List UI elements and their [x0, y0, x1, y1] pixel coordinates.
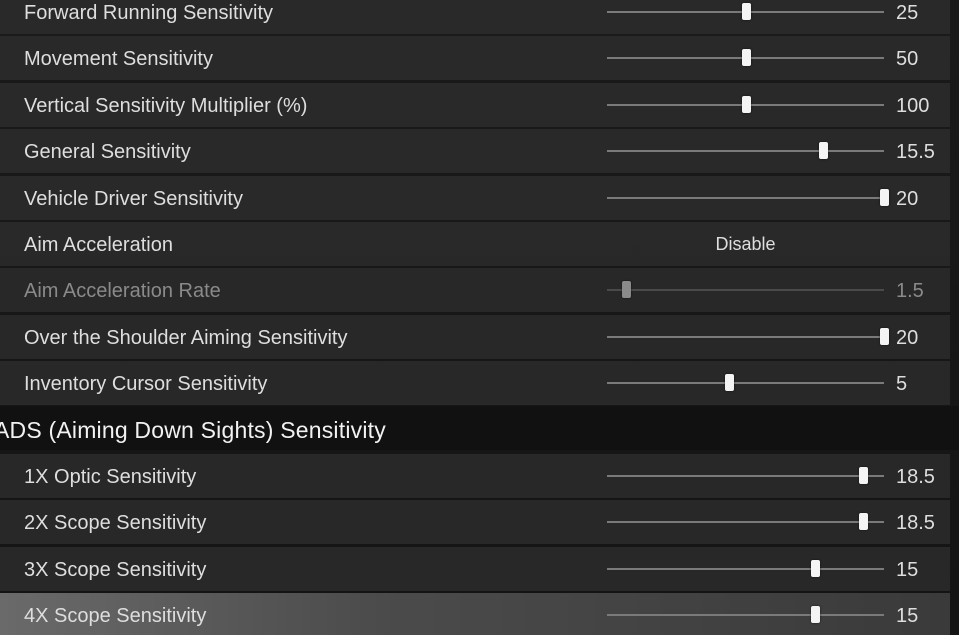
setting-label: 2X Scope Sensitivity	[24, 512, 207, 534]
slider-track[interactable]	[607, 606, 884, 623]
slider-track[interactable]	[607, 467, 884, 484]
setting-row-aim-acceleration-rate[interactable]: Aim Acceleration Rate 1.5	[0, 268, 950, 312]
slider-track[interactable]	[607, 281, 884, 298]
setting-value: 20	[896, 188, 919, 210]
setting-label: Inventory Cursor Sensitivity	[24, 373, 268, 395]
setting-row-inventory-cursor-sensitivity[interactable]: Inventory Cursor Sensitivity 5	[0, 361, 950, 405]
setting-row-3x-scope-sensitivity[interactable]: 3X Scope Sensitivity 15	[0, 547, 950, 591]
setting-label: 4X Scope Sensitivity	[24, 605, 207, 627]
setting-label: Vehicle Driver Sensitivity	[24, 188, 243, 210]
setting-value: 15	[896, 605, 919, 627]
slider-thumb[interactable]	[880, 189, 889, 206]
setting-label: Over the Shoulder Aiming Sensitivity	[24, 327, 348, 349]
slider-thumb[interactable]	[819, 142, 829, 159]
setting-label: 3X Scope Sensitivity	[24, 559, 207, 581]
slider-track[interactable]	[607, 374, 884, 391]
ads-section-title: ADS (Aiming Down Sights) Sensitivity	[0, 417, 386, 443]
slider-track[interactable]	[607, 560, 884, 577]
setting-row-forward-running-sensitivity[interactable]: Forward Running Sensitivity 25	[0, 0, 950, 34]
setting-label: Forward Running Sensitivity	[24, 2, 273, 24]
slider-track[interactable]	[607, 513, 884, 530]
slider-track[interactable]	[607, 142, 884, 159]
slider-track[interactable]	[607, 189, 889, 206]
setting-value: 18.5	[896, 466, 935, 488]
setting-row-aim-acceleration[interactable]: Aim Acceleration Disable	[0, 222, 950, 266]
slider-track[interactable]	[607, 3, 884, 20]
setting-label: Movement Sensitivity	[24, 48, 213, 70]
setting-row-1x-optic-sensitivity[interactable]: 1X Optic Sensitivity 18.5	[0, 454, 950, 498]
setting-label: General Sensitivity	[24, 141, 191, 163]
setting-value: 1.5	[896, 280, 924, 302]
slider-thumb[interactable]	[859, 513, 869, 530]
slider-track[interactable]	[607, 96, 884, 113]
setting-row-vehicle-driver-sensitivity[interactable]: Vehicle Driver Sensitivity 20	[0, 176, 950, 220]
setting-row-general-sensitivity[interactable]: General Sensitivity 15.5	[0, 129, 950, 173]
setting-row-2x-scope-sensitivity[interactable]: 2X Scope Sensitivity 18.5	[0, 500, 950, 544]
slider-thumb[interactable]	[741, 3, 751, 20]
slider-thumb[interactable]	[859, 467, 869, 484]
setting-row-vertical-sensitivity-multiplier[interactable]: Vertical Sensitivity Multiplier (%) 100	[0, 83, 950, 127]
setting-value: 5	[896, 373, 908, 395]
slider-thumb[interactable]	[741, 49, 751, 66]
setting-row-movement-sensitivity[interactable]: Movement Sensitivity 50	[0, 36, 950, 80]
setting-value: 18.5	[896, 512, 935, 534]
slider-thumb[interactable]	[741, 96, 751, 113]
setting-value: 15	[896, 559, 919, 581]
setting-value: 20	[896, 327, 919, 349]
slider-thumb[interactable]	[880, 328, 889, 345]
ads-section-header: ADS (Aiming Down Sights) Sensitivity	[0, 406, 959, 450]
setting-row-4x-scope-sensitivity[interactable]: 4X Scope Sensitivity 15	[0, 593, 950, 635]
setting-value: 15.5	[896, 141, 935, 163]
setting-value: 100	[896, 95, 930, 117]
slider-thumb[interactable]	[622, 281, 632, 298]
setting-value: 50	[896, 48, 919, 70]
setting-label: Aim Acceleration	[24, 234, 173, 256]
slider-thumb[interactable]	[724, 374, 734, 391]
settings-panel: ADS (Aiming Down Sights) Sensitivity For…	[0, 0, 959, 635]
setting-label: Vertical Sensitivity Multiplier (%)	[24, 95, 308, 117]
setting-label: 1X Optic Sensitivity	[24, 466, 197, 488]
setting-row-over-the-shoulder-aiming-sensitivity[interactable]: Over the Shoulder Aiming Sensitivity 20	[0, 315, 950, 359]
slider-track[interactable]	[607, 49, 884, 66]
slider-thumb[interactable]	[810, 560, 820, 577]
setting-label: Aim Acceleration Rate	[24, 280, 221, 302]
slider-track[interactable]	[607, 328, 889, 345]
setting-choice-value[interactable]: Disable	[607, 234, 884, 255]
slider-thumb[interactable]	[810, 606, 820, 623]
setting-value: 25	[896, 2, 919, 24]
